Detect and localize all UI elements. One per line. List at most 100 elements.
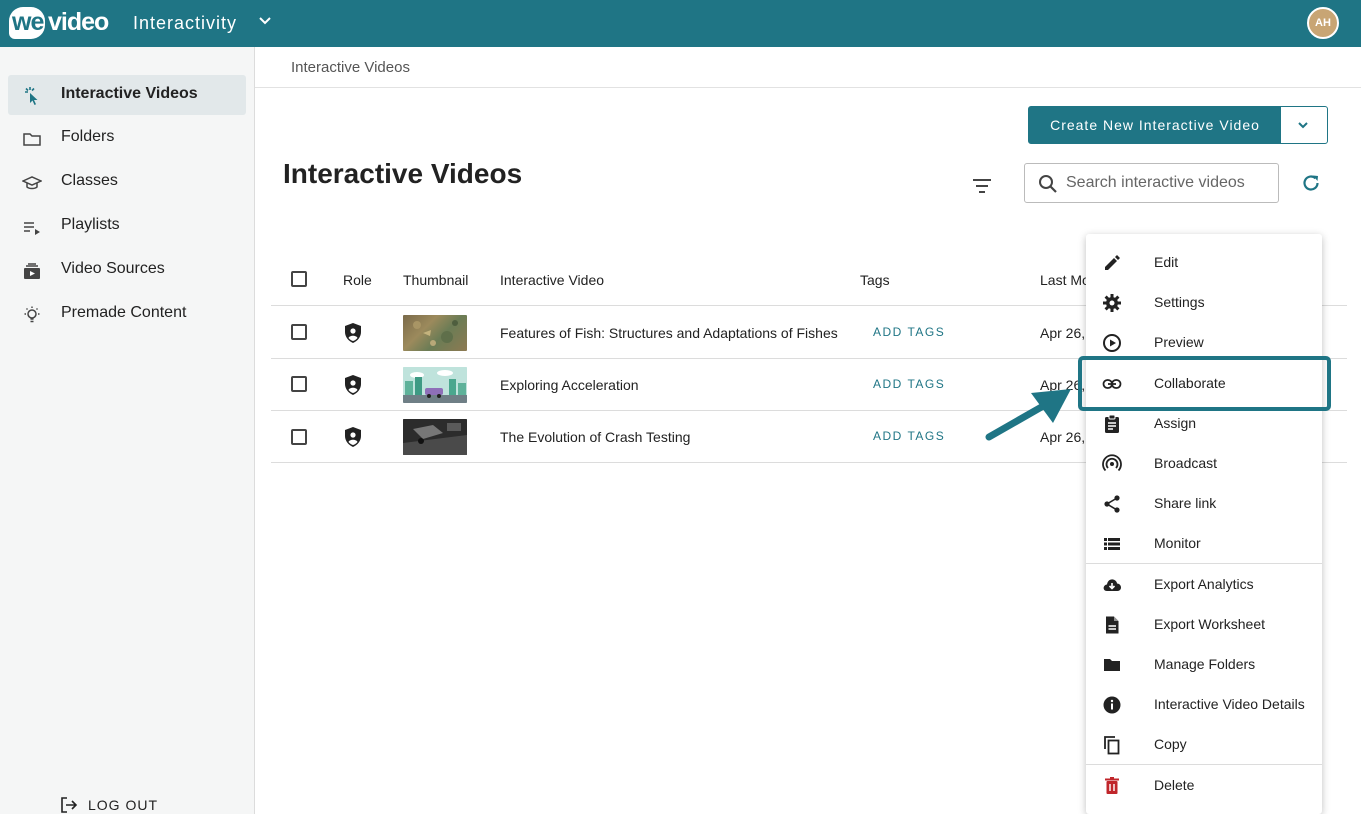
menu-item-share-link[interactable]: Share link (1086, 483, 1322, 523)
row-checkbox[interactable] (291, 429, 307, 445)
menu-item-label: Preview (1154, 334, 1204, 350)
row-checkbox[interactable] (291, 324, 307, 340)
add-tags-button[interactable]: ADD TAGS (873, 429, 945, 443)
playlist-icon (24, 222, 40, 235)
menu-item-manage-folders[interactable]: Manage Folders (1086, 644, 1322, 684)
gear-icon (1103, 294, 1121, 312)
video-title[interactable]: Features of Fish: Structures and Adaptat… (500, 325, 838, 341)
menu-item-monitor[interactable]: Monitor (1086, 523, 1322, 563)
add-tags-button[interactable]: ADD TAGS (873, 325, 945, 339)
owner-shield-icon (345, 323, 361, 343)
document-icon (1106, 616, 1119, 634)
wevideo-logo[interactable]: we video (9, 5, 109, 41)
video-thumbnail[interactable] (403, 315, 467, 351)
column-header-last-modified[interactable]: Last Mo (1040, 272, 1090, 288)
last-modified-date: Apr 26, (1040, 325, 1086, 341)
menu-item-edit[interactable]: Edit (1086, 242, 1322, 282)
menu-item-label: Export Worksheet (1154, 616, 1266, 632)
clipboard-icon (1105, 414, 1119, 433)
copy-icon (1104, 736, 1120, 755)
search-input[interactable] (1066, 172, 1271, 194)
folder-filled-icon (1104, 659, 1120, 671)
breadcrumb: Interactive Videos (291, 59, 410, 76)
menu-item-label: Edit (1154, 254, 1179, 270)
menu-item-label: Manage Folders (1154, 656, 1256, 672)
chevron-down-icon[interactable] (1295, 117, 1311, 133)
owner-shield-icon (345, 375, 361, 395)
filter-icon[interactable] (971, 176, 993, 196)
list-icon (1104, 538, 1120, 550)
menu-item-export-worksheet[interactable]: Export Worksheet (1086, 604, 1322, 644)
menu-item-settings[interactable]: Settings (1086, 282, 1322, 322)
app-switcher-label[interactable]: Interactivity (133, 13, 237, 34)
collaborate-highlight-box (1078, 356, 1331, 411)
search-box (1024, 163, 1279, 203)
menu-item-label: Copy (1154, 736, 1187, 752)
video-library-icon (24, 263, 40, 279)
sidebar-item-label: Interactive Videos (61, 85, 198, 102)
menu-item-label: Delete (1154, 777, 1195, 793)
sidebar-item-classes[interactable]: Classes (8, 162, 246, 202)
logo-video: video (48, 8, 109, 36)
menu-item-copy[interactable]: Copy (1086, 724, 1322, 764)
menu-item-export-analytics[interactable]: Export Analytics (1086, 564, 1322, 604)
select-all-checkbox[interactable] (291, 271, 307, 287)
cloud-download-icon (1103, 579, 1121, 591)
logout-button[interactable]: LOG OUT (60, 795, 170, 814)
pencil-icon (1105, 255, 1120, 270)
pointer-arrow-icon (985, 389, 1071, 441)
folder-icon (23, 133, 41, 146)
video-thumbnail[interactable] (403, 367, 467, 403)
add-tags-button[interactable]: ADD TAGS (873, 377, 945, 391)
refresh-icon[interactable] (1300, 172, 1322, 194)
row-checkbox[interactable] (291, 376, 307, 392)
menu-item-label: Monitor (1154, 535, 1201, 551)
menu-item-delete[interactable]: Delete (1086, 765, 1322, 805)
sidebar-item-interactive-videos[interactable]: Interactive Videos (8, 75, 246, 115)
share-icon (1104, 495, 1120, 513)
menu-item-label: Assign (1154, 415, 1197, 431)
video-title[interactable]: Exploring Acceleration (500, 377, 639, 393)
owner-shield-icon (345, 427, 361, 447)
column-header-role[interactable]: Role (343, 272, 372, 288)
menu-item-label: Export Analytics (1154, 576, 1254, 592)
sidebar-item-video-sources[interactable]: Video Sources (8, 250, 246, 290)
menu-item-label: Settings (1154, 294, 1205, 310)
avatar[interactable]: AH (1307, 7, 1339, 39)
top-bar: we video Interactivity AH (0, 0, 1361, 47)
create-button-group: Create New Interactive Video (1028, 106, 1328, 144)
logout-label: LOG OUT (88, 797, 159, 813)
page-title: Interactive Videos (283, 158, 523, 189)
column-header-interactive-video[interactable]: Interactive Video (500, 272, 604, 288)
sidebar-item-playlists[interactable]: Playlists (8, 206, 246, 246)
graduation-cap-icon (22, 176, 42, 190)
sidebar-item-label: Video Sources (61, 260, 165, 277)
logout-icon (61, 797, 78, 813)
sidebar-item-label: Premade Content (61, 304, 187, 321)
trash-icon (1105, 777, 1119, 794)
row-actions-menu: Edit Settings Preview Collaborate Assign… (1086, 234, 1322, 814)
sidebar: Interactive Videos Folders Classes Playl… (0, 47, 255, 814)
broadcast-icon (1102, 454, 1122, 472)
play-circle-icon (1103, 334, 1121, 352)
video-title[interactable]: The Evolution of Crash Testing (500, 429, 690, 445)
column-header-thumbnail: Thumbnail (403, 272, 469, 288)
menu-item-label: Broadcast (1154, 455, 1218, 471)
sidebar-item-label: Folders (61, 128, 115, 145)
logo-we: we (12, 8, 44, 36)
menu-item-interactive-video-details[interactable]: Interactive Video Details (1086, 684, 1322, 724)
touch-icon (25, 87, 38, 105)
menu-item-label: Share link (1154, 495, 1217, 511)
video-thumbnail[interactable] (403, 419, 467, 455)
search-icon (1039, 175, 1057, 193)
info-icon (1103, 696, 1121, 714)
create-interactive-video-button[interactable]: Create New Interactive Video (1029, 107, 1281, 143)
sidebar-item-label: Classes (61, 172, 118, 189)
sidebar-item-label: Playlists (61, 216, 120, 233)
sidebar-item-premade-content[interactable]: Premade Content (8, 294, 246, 334)
menu-item-broadcast[interactable]: Broadcast (1086, 443, 1322, 483)
chevron-down-icon[interactable] (257, 13, 273, 29)
lightbulb-icon (24, 306, 40, 323)
sidebar-item-folders[interactable]: Folders (8, 118, 246, 158)
divider (255, 87, 1361, 88)
